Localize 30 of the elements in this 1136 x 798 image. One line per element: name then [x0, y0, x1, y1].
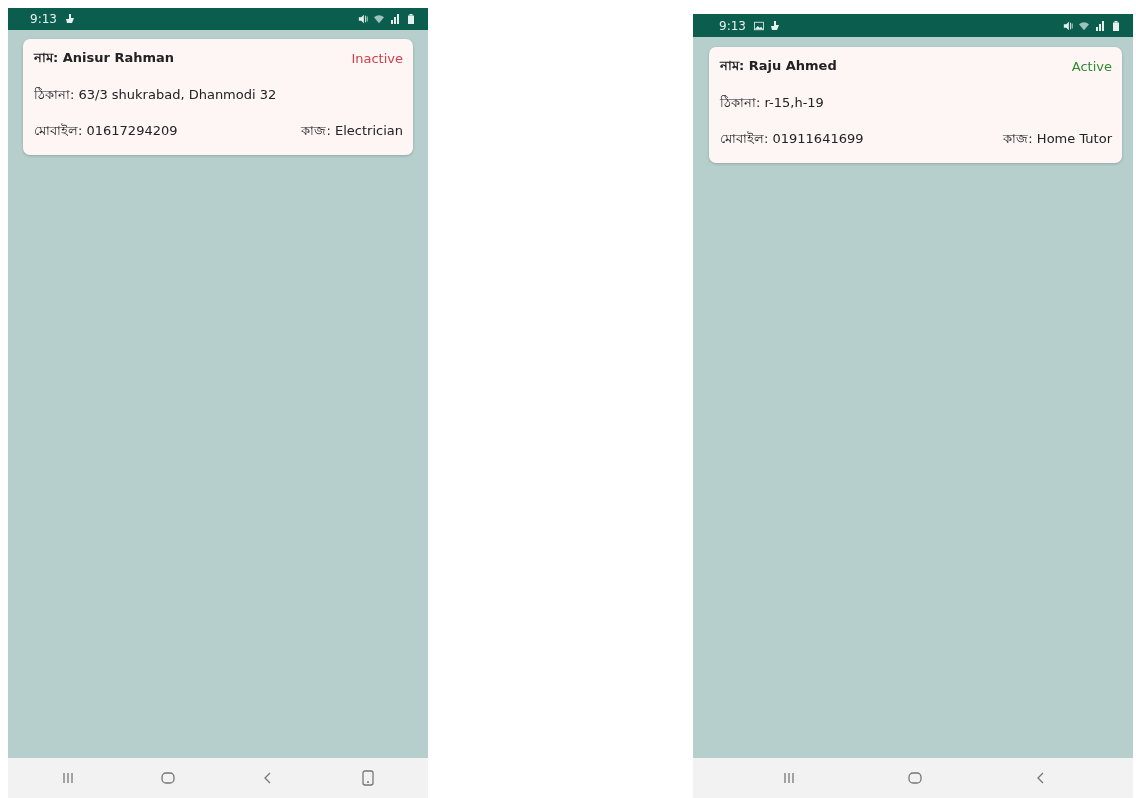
phone-icon[interactable]: [360, 770, 376, 786]
mute-icon: [1063, 20, 1073, 31]
worker-address: ঠিকানা: r-15,h-19: [720, 93, 824, 112]
worker-mobile: মোবাইল: 01911641699: [720, 129, 864, 148]
worker-card[interactable]: নাম: Raju Ahmed Active ঠিকানা: r-15,h-19 মোবাইল: 01911641699 কাজ: Home Tutor: [709, 47, 1122, 163]
worker-status: Active: [1071, 58, 1112, 74]
worker-name: নাম: Raju Ahmed: [720, 56, 837, 75]
worker-mobile: মোবাইল: 01617294209: [34, 121, 178, 140]
wifi-icon: [1079, 20, 1089, 31]
worker-job: কাজ: Home Tutor: [1003, 129, 1112, 148]
wifi-icon: [374, 14, 384, 24]
battery-icon: [1111, 20, 1121, 31]
worker-address: ঠিকানা: 63/3 shukrabad, Dhanmodi 32: [34, 85, 277, 104]
notification-icon: [769, 20, 780, 31]
image-icon: [753, 20, 764, 31]
signal-icon: [1095, 20, 1105, 31]
notification-icon: [64, 14, 75, 24]
recents-icon[interactable]: [781, 770, 797, 786]
status-time: 9:13: [30, 12, 57, 26]
worker-status: Inactive: [351, 50, 403, 66]
mute-icon: [358, 14, 368, 24]
worker-card[interactable]: নাম: Anisur Rahman Inactive ঠিকানা: 63/3 shukrabad, Dhanmodi 32 মোবাইল: 01617294209 কাজ: Electrician: [23, 39, 413, 155]
worker-job: কাজ: Electrician: [301, 121, 403, 140]
home-icon[interactable]: [160, 770, 176, 786]
recents-icon[interactable]: [60, 770, 76, 786]
signal-icon: [390, 14, 400, 24]
home-icon[interactable]: [907, 770, 923, 786]
status-time: 9:13: [719, 18, 746, 33]
battery-icon: [406, 14, 416, 24]
worker-name: নাম: Anisur Rahman: [34, 48, 175, 67]
